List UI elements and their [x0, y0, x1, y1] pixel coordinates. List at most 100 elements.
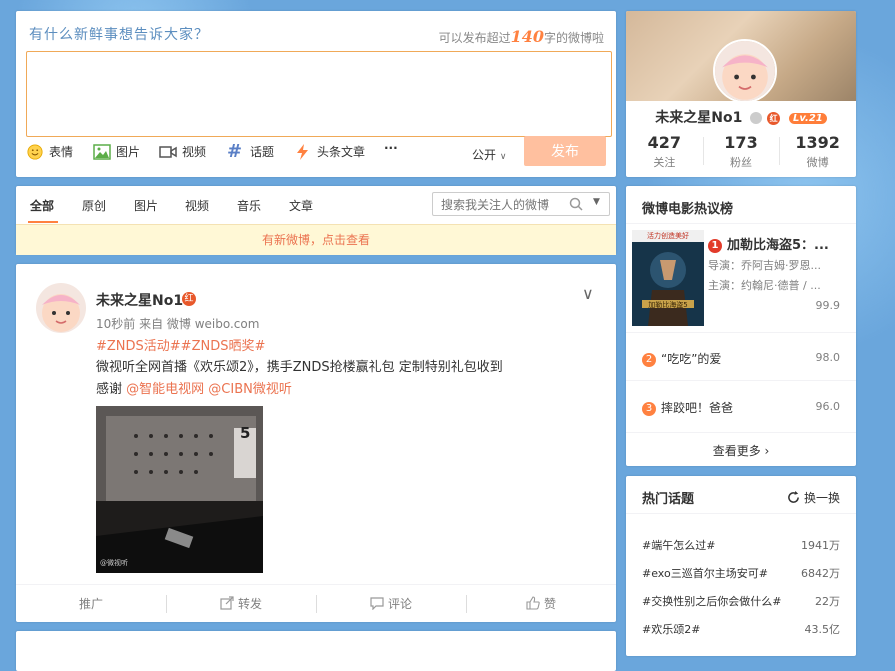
topic-tool-label: 话题 — [250, 145, 275, 159]
post-textarea[interactable] — [26, 51, 612, 137]
like-label: 赞 — [543, 597, 556, 611]
topic-name: #exo三巡首尔主场安可# — [642, 567, 768, 580]
follow-search-input[interactable] — [439, 195, 567, 215]
repost-label: 转发 — [237, 597, 262, 611]
follow-search-box: ▼ — [432, 192, 610, 216]
movie-item-3[interactable]: 3 摔跤吧！爸爸 — [642, 399, 733, 416]
photo-watermark: @微视听 — [100, 559, 128, 567]
new-posts-notice[interactable]: 有新微博，点击查看 — [16, 224, 616, 255]
tab-all[interactable]: 全部 — [30, 197, 54, 214]
publisher-prompt: 有什么新鲜事想告诉大家？ — [29, 27, 209, 43]
stat-number: 427 — [647, 133, 682, 152]
tab-articles[interactable]: 文章 — [289, 197, 313, 214]
search-dropdown-icon[interactable]: ▼ — [593, 197, 600, 207]
post-text: 微视听全网首播《欢乐颂2》，携手ZNDS抢楼赢礼包 定制特别礼包收到 感谢 @智… — [96, 357, 566, 401]
comment-button[interactable]: 评论 — [316, 585, 466, 623]
next-feed-post — [16, 631, 616, 671]
stat-followers[interactable]: 173 粉丝 — [702, 133, 780, 170]
image-tool-label: 图片 — [116, 145, 141, 159]
tab-music[interactable]: 音乐 — [237, 197, 261, 214]
post-text-line: 微视听全网首播《欢乐颂2》，携手ZNDS抢楼赢礼包 定制特别礼包收到 — [96, 360, 503, 375]
promote-button[interactable]: 推广 — [16, 585, 166, 623]
image-tool[interactable]: 图片 — [93, 143, 140, 160]
movie-poster[interactable]: 活力创造美好 加勒比海盗5 — [632, 230, 704, 326]
mention-link[interactable]: @CIBN微视听 — [208, 382, 292, 397]
active-tab-underline — [28, 221, 58, 223]
like-button[interactable]: 赞 — [466, 585, 616, 623]
topic-name: #端午怎么过# — [642, 539, 716, 552]
movie-name: 加勒比海盗5：... — [727, 238, 829, 253]
profile-avatar[interactable] — [713, 39, 777, 103]
comment-label: 评论 — [387, 597, 412, 611]
divider — [626, 513, 856, 514]
movie-item-1[interactable]: 1 加勒比海盗5：... 导演：乔阿吉姆·罗恩... 主演：约翰尼·德普 / ..… — [708, 234, 848, 293]
refresh-label: 换一换 — [803, 491, 840, 505]
hot-topic-item[interactable]: #欢乐颂2# 43.5亿 — [642, 621, 840, 637]
movie-score: 99.9 — [815, 299, 841, 312]
tab-images[interactable]: 图片 — [134, 197, 158, 214]
feed-tabs-card: 全部 原创 图片 视频 音乐 文章 ▼ 有新微博，点击查看 — [16, 186, 616, 255]
limit-number: 140 — [510, 27, 544, 46]
video-tool[interactable]: 视频 — [159, 143, 206, 160]
stat-posts[interactable]: 1392 微博 — [779, 133, 856, 170]
profile-name-text[interactable]: 未来之星No1 — [655, 110, 742, 126]
photo-number: 5 — [240, 424, 251, 442]
topic-count: 22万 — [815, 595, 840, 608]
post-actions-bar: 推广 转发 评论 赞 — [16, 584, 616, 623]
stat-number: 1392 — [795, 133, 840, 152]
hot-topic-item[interactable]: #交换性别之后你会做什么# 22万 — [642, 593, 840, 609]
more-tools-button[interactable]: ··· — [384, 141, 398, 155]
more-tools-label: ··· — [384, 141, 398, 155]
smile-icon — [27, 143, 43, 160]
emoji-tool[interactable]: 表情 — [26, 143, 73, 160]
stat-number: 173 — [724, 133, 758, 152]
profile-card: 未来之星No1 红 Lv.21 427 关注 173 粉丝 1392 微博 — [626, 11, 856, 177]
send-button[interactable]: 发布 — [524, 136, 606, 166]
movie-ranking-title: 微博电影热议榜 — [642, 202, 734, 217]
chevron-down-icon: ∨ — [499, 152, 507, 162]
mention-link[interactable]: @智能电视网 — [126, 382, 204, 397]
visibility-label: 公开 — [472, 148, 497, 162]
divider — [626, 432, 856, 433]
post-menu-chevron-icon[interactable]: ∨ — [582, 284, 594, 303]
avatar[interactable] — [36, 283, 86, 333]
comment-icon — [370, 597, 384, 611]
divider — [626, 380, 856, 381]
pirate-poster-icon — [632, 230, 704, 326]
topic-tool[interactable]: # 话题 — [227, 140, 275, 162]
tab-original[interactable]: 原创 — [82, 197, 106, 214]
divider — [626, 332, 856, 333]
profile-name: 未来之星No1 红 Lv.21 — [626, 107, 856, 127]
repost-button[interactable]: 转发 — [166, 585, 316, 623]
search-icon[interactable] — [569, 197, 583, 211]
refresh-button[interactable]: 换一换 — [787, 489, 840, 506]
hot-topic-item[interactable]: #exo三巡首尔主场安可# 6842万 — [642, 565, 840, 581]
tab-videos[interactable]: 视频 — [185, 197, 209, 214]
thumbs-up-icon — [526, 596, 540, 610]
hot-topic-item[interactable]: #端午怎么过# 1941万 — [642, 537, 840, 553]
stat-following[interactable]: 427 关注 — [626, 133, 703, 170]
video-camera-icon — [159, 145, 177, 158]
level-badge[interactable]: Lv.21 — [788, 112, 827, 124]
refresh-icon — [788, 491, 800, 503]
repost-icon — [220, 596, 234, 610]
thanks-text: 感谢 — [96, 382, 127, 397]
member-badge: 红 — [182, 292, 196, 306]
post-text-line: 感谢 @智能电视网 @CIBN微视听 — [96, 379, 566, 401]
limit-prefix: 可以发布超过 — [438, 31, 511, 45]
hashtag-icon: # — [227, 140, 243, 162]
topic-count: 6842万 — [801, 567, 840, 580]
view-more-link[interactable]: 查看更多 › — [626, 442, 856, 459]
movie-director: 导演：乔阿吉姆·罗恩... — [708, 259, 821, 272]
lightning-icon — [297, 143, 308, 160]
rank-badge: 3 — [642, 402, 656, 416]
post-author-name[interactable]: 未来之星No1 — [96, 290, 183, 310]
stat-label: 关注 — [653, 156, 676, 169]
post-topics-link[interactable]: #ZNDS活动##ZNDS晒奖# — [96, 335, 265, 354]
post-photo[interactable]: 5 @微视听 — [96, 406, 263, 573]
promote-label: 推广 — [78, 597, 103, 611]
movie-item-2[interactable]: 2 “吃吃”的爱 — [642, 350, 721, 367]
article-tool[interactable]: 头条文章 — [294, 143, 365, 160]
visibility-dropdown[interactable]: 公开 ∨ — [472, 146, 506, 163]
video-tool-label: 视频 — [182, 145, 207, 159]
